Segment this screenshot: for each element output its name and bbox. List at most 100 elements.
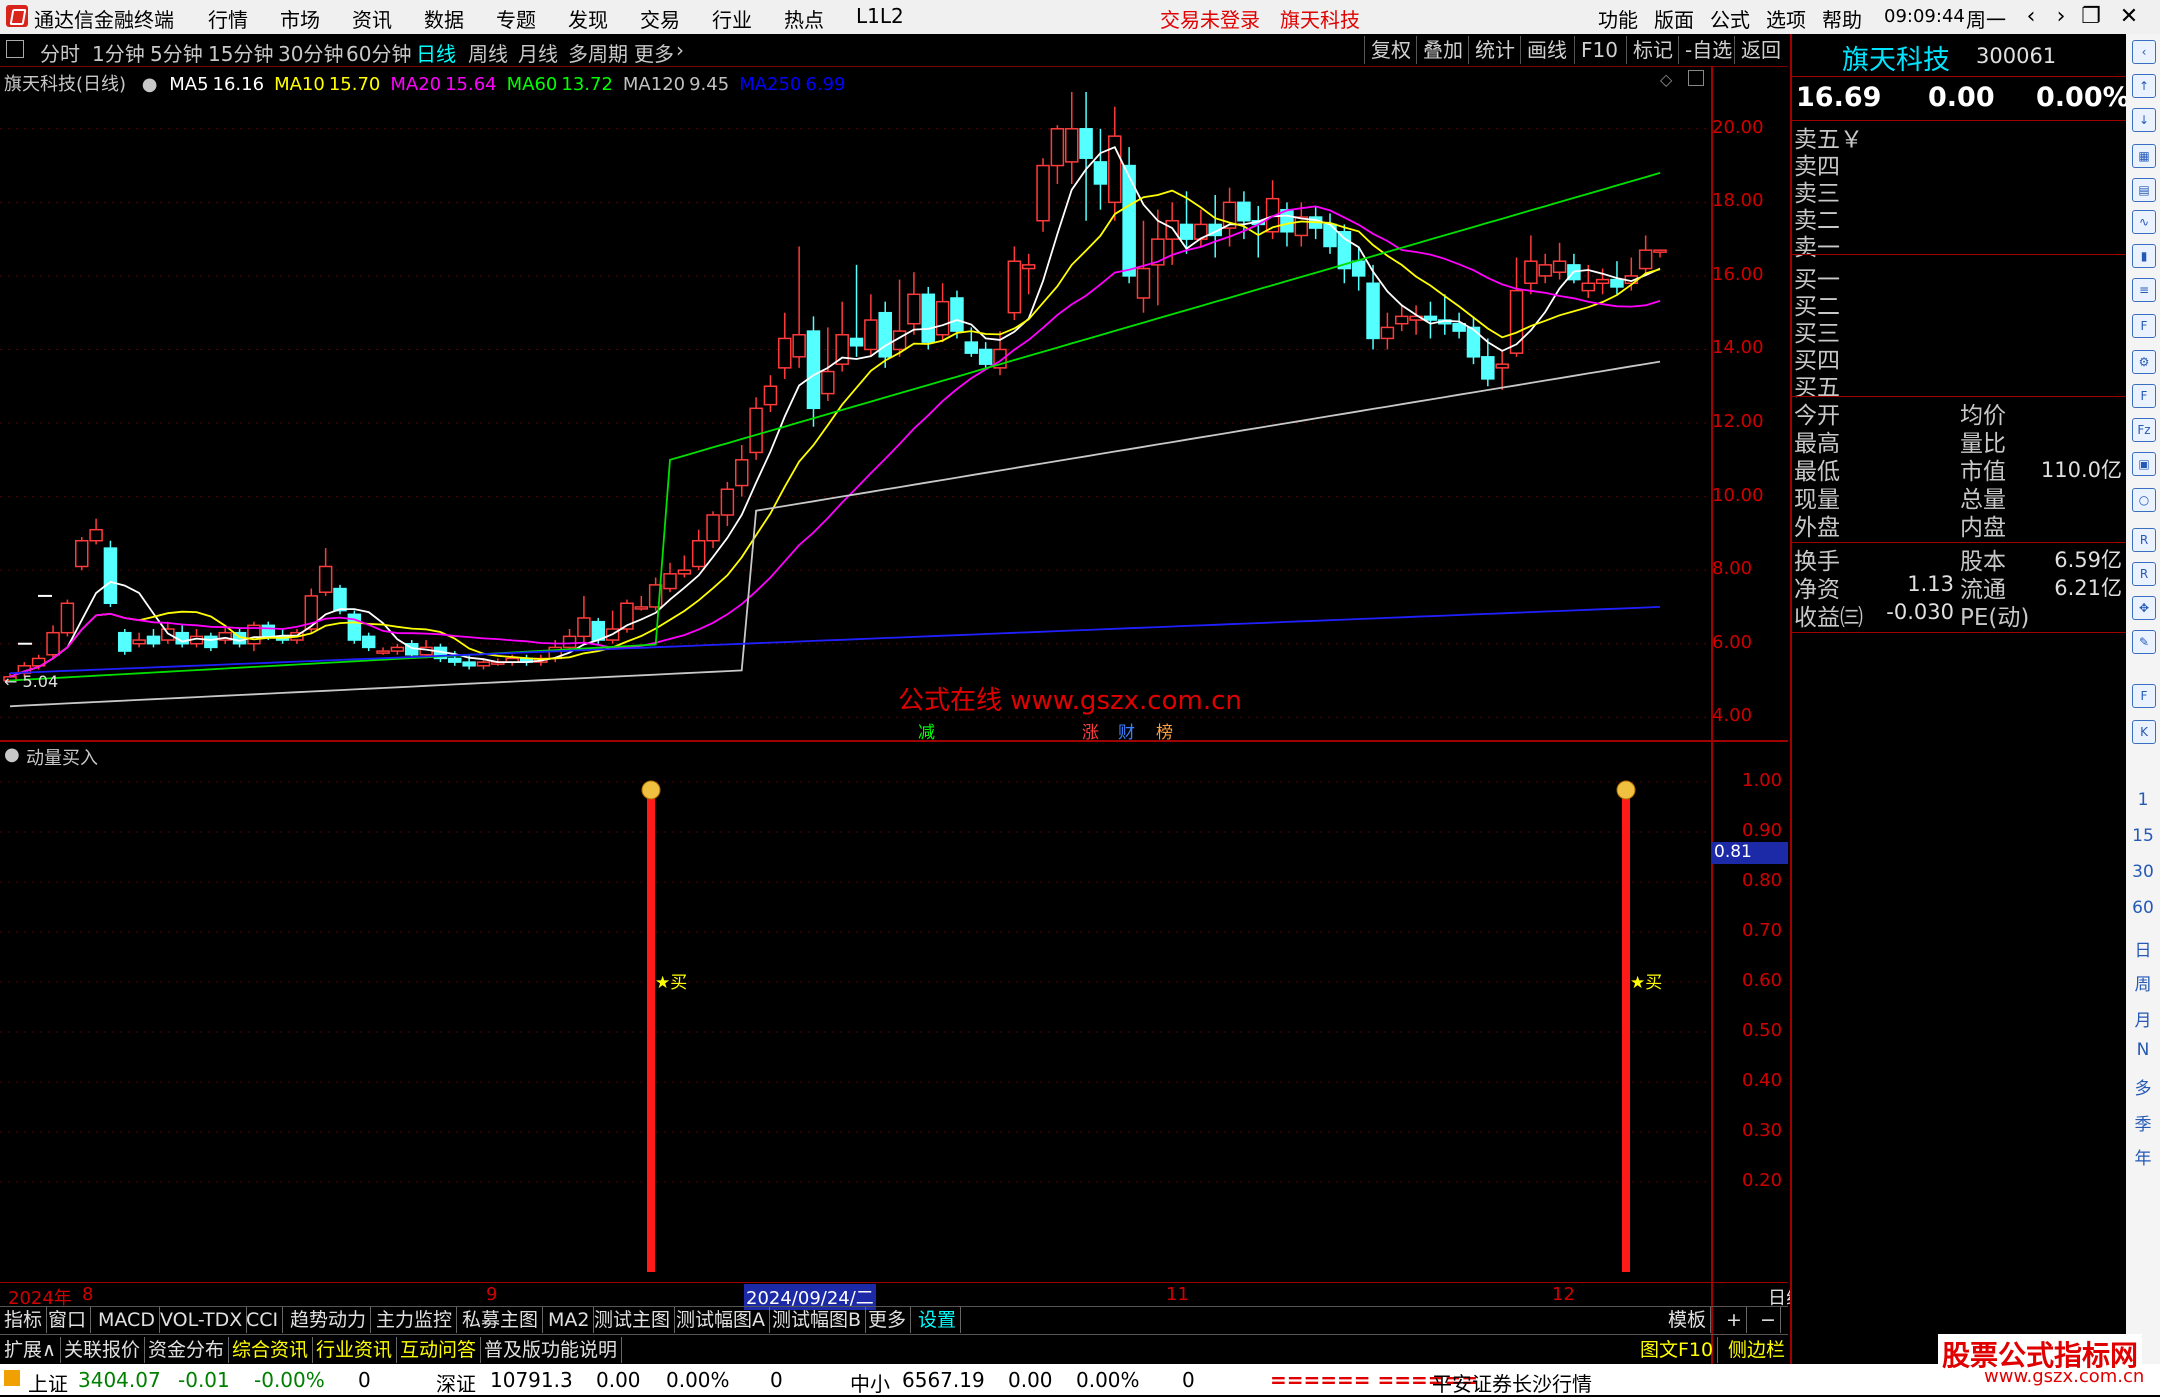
tab-more[interactable]: 更多	[634, 38, 674, 67]
up-icon[interactable]: ↑	[2132, 74, 2156, 98]
candle-body[interactable]	[691, 539, 706, 568]
candle-body[interactable]	[1136, 267, 1151, 299]
candle-body[interactable]	[1050, 128, 1065, 167]
candle-body[interactable]	[146, 635, 161, 645]
sidebar-period-7[interactable]: N	[2130, 1040, 2156, 1060]
candle-body[interactable]	[1481, 356, 1495, 380]
broker-name[interactable]: 平安证券长沙行情	[1432, 1368, 1592, 1397]
sidebar-period-10[interactable]: 年	[2130, 1144, 2156, 1169]
ext-tab-2[interactable]: 资金分布	[144, 1337, 230, 1363]
indicator-tab-4[interactable]: CCI	[242, 1307, 284, 1333]
tab-weekly[interactable]: 周线	[468, 38, 508, 67]
candle-body[interactable]	[1179, 223, 1194, 240]
candle-body[interactable]	[1595, 278, 1610, 285]
menu-zixun[interactable]: 资讯	[352, 4, 392, 33]
candle-body[interactable]	[318, 565, 333, 593]
candle-body[interactable]	[763, 385, 778, 406]
tab-multi-period[interactable]: 多周期	[568, 38, 628, 67]
zx-name[interactable]: 中小	[850, 1368, 890, 1397]
menu-hangye[interactable]: 行业	[712, 4, 752, 33]
candle-body[interactable]	[390, 646, 405, 652]
candle-body[interactable]	[978, 348, 993, 365]
candle-body[interactable]	[1638, 249, 1653, 270]
menu-faxian[interactable]: 发现	[568, 4, 608, 33]
money-bag-icon[interactable]	[641, 780, 661, 800]
candle-body[interactable]	[1021, 264, 1036, 270]
candle-body[interactable]	[1079, 128, 1093, 159]
candle-body[interactable]	[1524, 260, 1538, 285]
chart-icon[interactable]: ∿	[2132, 210, 2156, 234]
menu-zhuanti[interactable]: 专题	[496, 4, 536, 33]
menu-shichang[interactable]: 市场	[280, 4, 320, 33]
fin-icon[interactable]: F	[2132, 314, 2156, 338]
down-icon[interactable]: ↓	[2132, 108, 2156, 132]
candle-body[interactable]	[1351, 260, 1366, 277]
candle-body[interactable]	[1538, 264, 1552, 277]
sz-name[interactable]: 深证	[436, 1368, 476, 1397]
zoom-out-button[interactable]: −	[1756, 1307, 1781, 1333]
candle-body[interactable]	[1108, 135, 1122, 204]
marker-cai[interactable]: 财	[1118, 718, 1135, 743]
candle-body[interactable]	[1366, 282, 1380, 340]
indicator-tab-2[interactable]: MACD	[94, 1307, 160, 1333]
back-nav-icon[interactable]: ‹	[2016, 2, 2046, 32]
candle-body[interactable]	[734, 459, 749, 487]
candle-body[interactable]	[562, 635, 577, 649]
rsi-icon[interactable]: R	[2132, 528, 2156, 552]
ext-tab-5[interactable]: 互动问答	[396, 1337, 482, 1363]
sidebar-period-4[interactable]: 日	[2130, 936, 2156, 961]
candle-body[interactable]	[1036, 164, 1050, 222]
sh-name[interactable]: 上证	[28, 1368, 68, 1397]
overlay-button[interactable]: 叠加	[1416, 36, 1469, 64]
candle-body[interactable]	[1007, 260, 1022, 314]
candle-body[interactable]	[577, 617, 591, 638]
menu-bangzhu[interactable]: 帮助	[1822, 4, 1862, 33]
candle-body[interactable]	[376, 650, 390, 654]
menu-redian[interactable]: 热点	[784, 4, 824, 33]
candle-body[interactable]	[103, 547, 118, 605]
candle-body[interactable]	[118, 631, 132, 652]
candle-body[interactable]	[1380, 326, 1395, 340]
tab-fenshi[interactable]: 分时	[40, 38, 80, 67]
circle-icon[interactable]: ○	[2132, 488, 2156, 512]
candle-body[interactable]	[663, 573, 677, 590]
return-button[interactable]: 返回	[1734, 36, 1787, 64]
indicator-tab-5[interactable]: 趋势动力	[286, 1307, 372, 1333]
tab-30min[interactable]: 30分钟	[278, 38, 343, 67]
candle-body[interactable]	[907, 293, 921, 325]
candlestick-chart[interactable]: 21.64← 5.04	[0, 92, 1712, 740]
indicator-tab-8[interactable]: MA2	[544, 1307, 595, 1333]
ext-tab-1[interactable]: 关联报价	[60, 1337, 146, 1363]
fs-icon[interactable]: F	[2132, 684, 2156, 708]
menu-gongneng[interactable]: 功能	[1598, 4, 1638, 33]
candle-body[interactable]	[89, 528, 103, 542]
indicator-tab-9[interactable]: 测试主图	[590, 1307, 676, 1333]
sidebar-period-2[interactable]: 30	[2130, 862, 2156, 882]
candle-body[interactable]	[1394, 315, 1409, 325]
fuquan-button[interactable]: 复权	[1364, 36, 1417, 64]
tab-15min[interactable]: 15分钟	[208, 38, 273, 67]
tab-monthly[interactable]: 月线	[518, 38, 558, 67]
mark-button[interactable]: 标记	[1626, 36, 1679, 64]
candle-body[interactable]	[1653, 249, 1667, 253]
k-icon[interactable]: K	[2132, 720, 2156, 744]
menu-xuanxiang[interactable]: 选项	[1766, 4, 1806, 33]
candle-body[interactable]	[1610, 278, 1624, 288]
draw-button[interactable]: 画线	[1520, 36, 1573, 64]
candle-body[interactable]	[161, 628, 175, 641]
menu-gongshi[interactable]: 公式	[1710, 4, 1750, 33]
chart-window-icon[interactable]	[1688, 70, 1704, 86]
sidebar-period-5[interactable]: 周	[2130, 970, 2156, 995]
buy-signal-bar[interactable]	[1622, 792, 1630, 1272]
index-menu-icon[interactable]	[4, 1370, 20, 1386]
candle-body[interactable]	[204, 635, 218, 649]
list-icon[interactable]: ≡	[2132, 278, 2156, 302]
remove-watchlist-button[interactable]: -自选	[1678, 36, 1738, 64]
indicator-tab-0[interactable]: 指标	[0, 1307, 48, 1333]
candle-body[interactable]	[878, 311, 892, 358]
candle-body[interactable]	[1237, 201, 1251, 222]
move-icon[interactable]: ✥	[2132, 596, 2156, 620]
pen-icon[interactable]: ✎	[2132, 630, 2156, 654]
candle-body[interactable]	[476, 661, 491, 667]
candle-body[interactable]	[677, 569, 692, 575]
